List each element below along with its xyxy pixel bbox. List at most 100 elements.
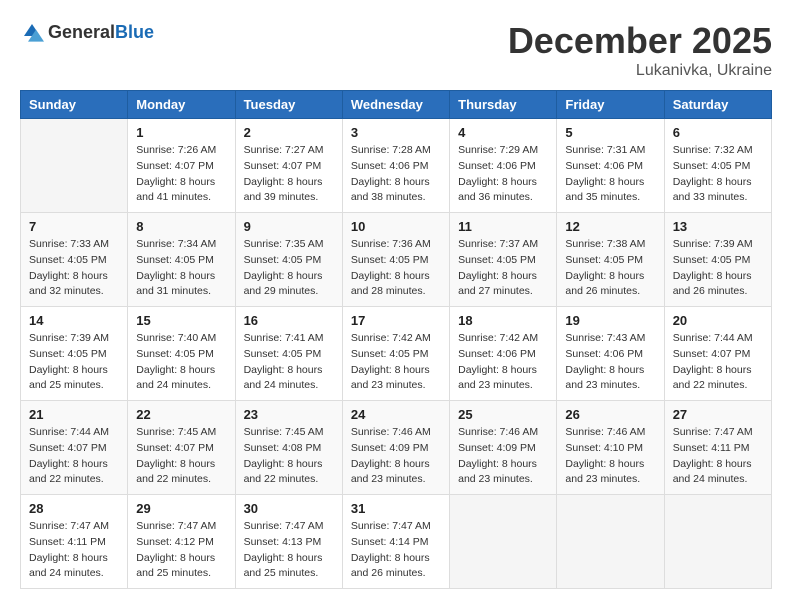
title-block: December 2025 Lukanivka, Ukraine: [508, 20, 772, 80]
day-number: 16: [244, 313, 334, 328]
calendar-week-4: 21 Sunrise: 7:44 AMSunset: 4:07 PMDayligh…: [21, 401, 772, 495]
calendar-cell: 19Sunrise: 7:43 AMSunset: 4:06 PMDayligh…: [557, 307, 664, 401]
calendar-cell: 13 Sunrise: 7:39 AMSunset: 4:05 PMDayligh…: [664, 213, 771, 307]
calendar-cell: 22 Sunrise: 7:45 AMSunset: 4:07 PMDayligh…: [128, 401, 235, 495]
day-number: 8: [136, 219, 226, 234]
calendar-cell: 27Sunrise: 7:47 AMSunset: 4:11 PMDayligh…: [664, 401, 771, 495]
day-info: Sunrise: 7:42 AMSunset: 4:05 PMDaylight:…: [351, 331, 441, 394]
location-subtitle: Lukanivka, Ukraine: [508, 62, 772, 80]
day-info: Sunrise: 7:36 AMSunset: 4:05 PMDaylight:…: [351, 237, 441, 300]
day-info: Sunrise: 7:41 AMSunset: 4:05 PMDaylight:…: [244, 331, 334, 394]
calendar-cell: 11 Sunrise: 7:37 AMSunset: 4:05 PMDayligh…: [450, 213, 557, 307]
day-info: Sunrise: 7:34 AMSunset: 4:05 PMDaylight:…: [136, 237, 226, 300]
calendar-cell: [557, 495, 664, 589]
calendar-cell: 28 Sunrise: 7:47 AMSunset: 4:11 PMDayligh…: [21, 495, 128, 589]
day-number: 13: [673, 219, 763, 234]
day-number: 9: [244, 219, 334, 234]
calendar-cell: 15Sunrise: 7:40 AMSunset: 4:05 PMDayligh…: [128, 307, 235, 401]
calendar-cell: 25 Sunrise: 7:46 AMSunset: 4:09 PMDayligh…: [450, 401, 557, 495]
calendar-cell: 31 Sunrise: 7:47 AMSunset: 4:14 PMDayligh…: [342, 495, 449, 589]
day-number: 4: [458, 125, 548, 140]
day-number: 3: [351, 125, 441, 140]
calendar-cell: 6Sunrise: 7:32 AMSunset: 4:05 PMDaylight…: [664, 119, 771, 213]
calendar-cell: 5Sunrise: 7:31 AMSunset: 4:06 PMDaylight…: [557, 119, 664, 213]
day-number: 20: [673, 313, 763, 328]
calendar-cell: 24 Sunrise: 7:46 AMSunset: 4:09 PMDayligh…: [342, 401, 449, 495]
day-info: Sunrise: 7:46 AMSunset: 4:09 PMDaylight:…: [351, 425, 441, 488]
calendar-cell: 7 Sunrise: 7:33 AMSunset: 4:05 PMDaylight…: [21, 213, 128, 307]
day-info: Sunrise: 7:42 AMSunset: 4:06 PMDaylight:…: [458, 331, 548, 394]
day-info: Sunrise: 7:47 AMSunset: 4:11 PMDaylight:…: [29, 519, 119, 582]
calendar-cell: 30Sunrise: 7:47 AMSunset: 4:13 PMDayligh…: [235, 495, 342, 589]
month-title: December 2025: [508, 20, 772, 62]
calendar-table: SundayMondayTuesdayWednesdayThursdayFrid…: [20, 90, 772, 589]
header-wednesday: Wednesday: [342, 91, 449, 119]
day-info: Sunrise: 7:37 AMSunset: 4:05 PMDaylight:…: [458, 237, 548, 300]
calendar-cell: 1Sunrise: 7:26 AMSunset: 4:07 PMDaylight…: [128, 119, 235, 213]
day-number: 12: [565, 219, 655, 234]
calendar-cell: [21, 119, 128, 213]
day-number: 7: [29, 219, 119, 234]
day-number: 29: [136, 501, 226, 516]
calendar-cell: 29Sunrise: 7:47 AMSunset: 4:12 PMDayligh…: [128, 495, 235, 589]
day-number: 14: [29, 313, 119, 328]
day-info: Sunrise: 7:33 AMSunset: 4:05 PMDaylight:…: [29, 237, 119, 300]
calendar-cell: 9Sunrise: 7:35 AMSunset: 4:05 PMDaylight…: [235, 213, 342, 307]
logo: GeneralBlue: [20, 20, 154, 44]
calendar-week-3: 14Sunrise: 7:39 AMSunset: 4:05 PMDayligh…: [21, 307, 772, 401]
day-info: Sunrise: 7:40 AMSunset: 4:05 PMDaylight:…: [136, 331, 226, 394]
calendar-cell: 17 Sunrise: 7:42 AMSunset: 4:05 PMDayligh…: [342, 307, 449, 401]
calendar-cell: 3 Sunrise: 7:28 AMSunset: 4:06 PMDaylight…: [342, 119, 449, 213]
day-info: Sunrise: 7:46 AMSunset: 4:10 PMDaylight:…: [565, 425, 655, 488]
day-number: 26: [565, 407, 655, 422]
day-info: Sunrise: 7:47 AMSunset: 4:14 PMDaylight:…: [351, 519, 441, 582]
calendar-cell: [664, 495, 771, 589]
day-number: 24: [351, 407, 441, 422]
calendar-cell: 12Sunrise: 7:38 AMSunset: 4:05 PMDayligh…: [557, 213, 664, 307]
day-number: 27: [673, 407, 763, 422]
day-info: Sunrise: 7:46 AMSunset: 4:09 PMDaylight:…: [458, 425, 548, 488]
logo-icon: [20, 20, 44, 44]
calendar-header-row: SundayMondayTuesdayWednesdayThursdayFrid…: [21, 91, 772, 119]
day-number: 31: [351, 501, 441, 516]
header-monday: Monday: [128, 91, 235, 119]
day-info: Sunrise: 7:44 AMSunset: 4:07 PMDaylight:…: [29, 425, 119, 488]
calendar-cell: 16 Sunrise: 7:41 AMSunset: 4:05 PMDayligh…: [235, 307, 342, 401]
calendar-cell: 23 Sunrise: 7:45 AMSunset: 4:08 PMDayligh…: [235, 401, 342, 495]
day-info: Sunrise: 7:43 AMSunset: 4:06 PMDaylight:…: [565, 331, 655, 394]
day-info: Sunrise: 7:27 AMSunset: 4:07 PMDaylight:…: [244, 143, 334, 206]
logo-text: GeneralBlue: [48, 22, 154, 43]
day-info: Sunrise: 7:32 AMSunset: 4:05 PMDaylight:…: [673, 143, 763, 206]
day-number: 10: [351, 219, 441, 234]
calendar-cell: 20Sunrise: 7:44 AMSunset: 4:07 PMDayligh…: [664, 307, 771, 401]
day-info: Sunrise: 7:45 AMSunset: 4:07 PMDaylight:…: [136, 425, 226, 488]
header-saturday: Saturday: [664, 91, 771, 119]
day-number: 25: [458, 407, 548, 422]
day-number: 22: [136, 407, 226, 422]
header-tuesday: Tuesday: [235, 91, 342, 119]
calendar-week-2: 7 Sunrise: 7:33 AMSunset: 4:05 PMDaylight…: [21, 213, 772, 307]
day-number: 21: [29, 407, 119, 422]
day-info: Sunrise: 7:29 AMSunset: 4:06 PMDaylight:…: [458, 143, 548, 206]
calendar-cell: [450, 495, 557, 589]
header-friday: Friday: [557, 91, 664, 119]
day-number: 23: [244, 407, 334, 422]
calendar-cell: 26 Sunrise: 7:46 AMSunset: 4:10 PMDayligh…: [557, 401, 664, 495]
day-number: 2: [244, 125, 334, 140]
day-number: 11: [458, 219, 548, 234]
day-info: Sunrise: 7:39 AMSunset: 4:05 PMDaylight:…: [673, 237, 763, 300]
calendar-cell: 14Sunrise: 7:39 AMSunset: 4:05 PMDayligh…: [21, 307, 128, 401]
calendar-cell: 8 Sunrise: 7:34 AMSunset: 4:05 PMDaylight…: [128, 213, 235, 307]
calendar-week-1: 1Sunrise: 7:26 AMSunset: 4:07 PMDaylight…: [21, 119, 772, 213]
calendar-cell: 21 Sunrise: 7:44 AMSunset: 4:07 PMDayligh…: [21, 401, 128, 495]
day-info: Sunrise: 7:31 AMSunset: 4:06 PMDaylight:…: [565, 143, 655, 206]
page-header: GeneralBlue December 2025 Lukanivka, Ukr…: [20, 20, 772, 80]
calendar-cell: 4 Sunrise: 7:29 AMSunset: 4:06 PMDaylight…: [450, 119, 557, 213]
calendar-cell: 10 Sunrise: 7:36 AMSunset: 4:05 PMDayligh…: [342, 213, 449, 307]
day-number: 28: [29, 501, 119, 516]
calendar-cell: 2 Sunrise: 7:27 AMSunset: 4:07 PMDaylight…: [235, 119, 342, 213]
day-info: Sunrise: 7:28 AMSunset: 4:06 PMDaylight:…: [351, 143, 441, 206]
day-info: Sunrise: 7:45 AMSunset: 4:08 PMDaylight:…: [244, 425, 334, 488]
day-number: 17: [351, 313, 441, 328]
day-number: 1: [136, 125, 226, 140]
